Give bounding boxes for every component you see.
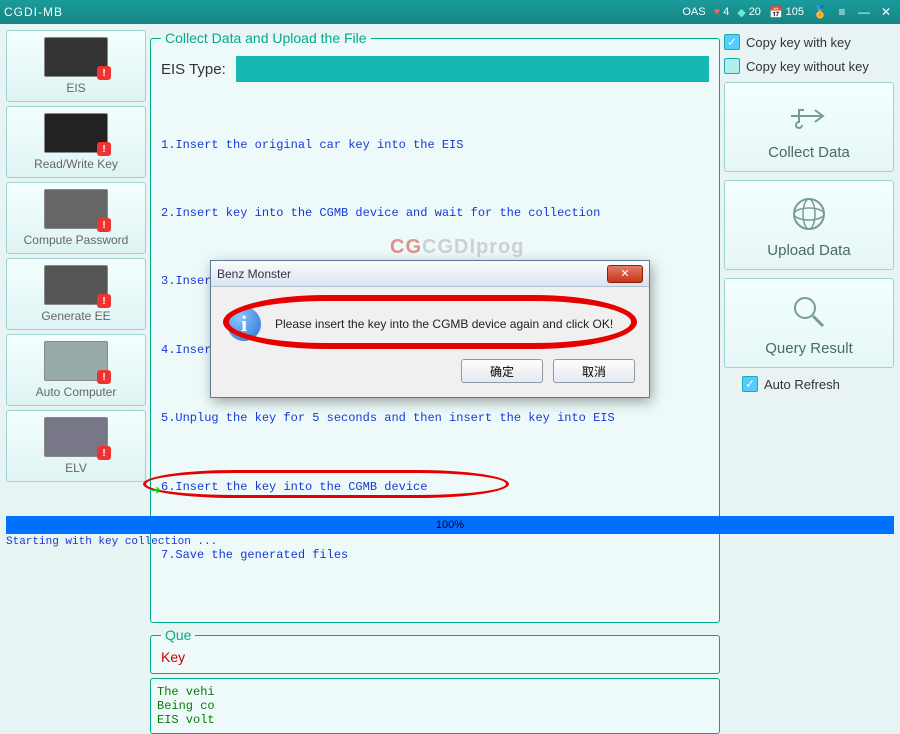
sidebar-item-eis[interactable]: ! EIS bbox=[6, 30, 146, 102]
button-label: Collect Data bbox=[768, 144, 850, 161]
calendar-value: 105 bbox=[786, 6, 804, 18]
diamonds-count: 20 bbox=[749, 6, 761, 18]
collect-data-button[interactable]: Collect Data bbox=[724, 82, 894, 172]
diamonds-stat: ◆ 20 bbox=[737, 6, 761, 19]
alert-badge: ! bbox=[97, 446, 111, 460]
eis-thumb: ! bbox=[44, 37, 108, 77]
right-panel: ✓ Copy key with key Copy key without key… bbox=[724, 30, 894, 510]
dialog-message: Please insert the key into the CGMB devi… bbox=[275, 317, 633, 331]
sidebar-label: EIS bbox=[66, 81, 85, 95]
sidebar-item-rw-key[interactable]: ! Read/Write Key bbox=[6, 106, 146, 178]
dialog-close-button[interactable]: ✕ bbox=[607, 265, 643, 283]
close-button[interactable]: ✕ bbox=[876, 3, 896, 21]
hearts-count: 4 bbox=[723, 6, 729, 18]
step-5: 5.Unplug the key for 5 seconds and then … bbox=[161, 407, 709, 430]
usb-icon bbox=[787, 94, 831, 138]
dialog-cancel-button[interactable]: 取消 bbox=[553, 359, 635, 383]
info-icon: i bbox=[227, 307, 261, 341]
checkbox-label: Copy key without key bbox=[746, 59, 869, 74]
step-1: 1.Insert the original car key into the E… bbox=[161, 134, 709, 157]
oas-label: OAS bbox=[682, 6, 705, 18]
copy-without-key-checkbox[interactable]: Copy key without key bbox=[724, 58, 894, 74]
hearts-stat: ♥ 4 bbox=[714, 6, 730, 18]
button-label: Upload Data bbox=[767, 242, 850, 259]
collect-legend: Collect Data and Upload the File bbox=[161, 30, 371, 46]
step-2: 2.Insert key into the CGMB device and wa… bbox=[161, 202, 709, 225]
eis-type-field[interactable] bbox=[236, 56, 709, 82]
dialog-title: Benz Monster bbox=[217, 267, 291, 281]
diamond-icon: ◆ bbox=[737, 6, 745, 19]
globe-icon bbox=[787, 192, 831, 236]
sidebar-item-compute-password[interactable]: ! Compute Password bbox=[6, 182, 146, 254]
progress-text: 100% bbox=[6, 516, 894, 534]
checkbox-label: Copy key with key bbox=[746, 35, 851, 50]
sidebar-label: ELV bbox=[65, 461, 87, 475]
dialog-ok-button[interactable]: 确定 bbox=[461, 359, 543, 383]
dialog-titlebar[interactable]: Benz Monster ✕ bbox=[211, 261, 649, 287]
eis-type-label: EIS Type: bbox=[161, 61, 226, 78]
checkbox-unchecked-icon bbox=[724, 58, 740, 74]
sidebar-label: Read/Write Key bbox=[34, 157, 118, 171]
query-legend: Que bbox=[161, 627, 195, 643]
printer-thumb: ! bbox=[44, 265, 108, 305]
alert-badge: ! bbox=[97, 66, 111, 80]
key-label: Key bbox=[161, 649, 709, 665]
elv-thumb: ! bbox=[44, 417, 108, 457]
auto-refresh-checkbox[interactable]: ✓ Auto Refresh bbox=[742, 376, 894, 392]
ecu-thumb: ! bbox=[44, 341, 108, 381]
sidebar: ! EIS ! Read/Write Key ! Compute Passwor… bbox=[6, 30, 146, 510]
console-output: The vehi Being co EIS volt bbox=[150, 678, 720, 734]
checkbox-label: Auto Refresh bbox=[764, 377, 840, 392]
step-6: ➔6.Insert the key into the CGMB device bbox=[161, 476, 709, 499]
menu-icon[interactable]: ≡ bbox=[832, 3, 852, 21]
checkbox-checked-icon: ✓ bbox=[742, 376, 758, 392]
key-thumb: ! bbox=[44, 113, 108, 153]
sidebar-item-elv[interactable]: ! ELV bbox=[6, 410, 146, 482]
sidebar-item-generate-ee[interactable]: ! Generate EE bbox=[6, 258, 146, 330]
sidebar-label: Compute Password bbox=[24, 233, 129, 247]
button-label: Query Result bbox=[765, 340, 853, 357]
keypad-thumb: ! bbox=[44, 189, 108, 229]
query-result-button[interactable]: Query Result bbox=[724, 278, 894, 368]
sidebar-label: Auto Computer bbox=[36, 385, 117, 399]
title-bar: CGDI-MB OAS ♥ 4 ◆ 20 📅 105 🏅 ≡ — ✕ bbox=[0, 0, 900, 24]
search-icon bbox=[787, 290, 831, 334]
alert-badge: ! bbox=[97, 218, 111, 232]
sidebar-item-auto-computer[interactable]: ! Auto Computer bbox=[6, 334, 146, 406]
minimize-button[interactable]: — bbox=[854, 3, 874, 21]
sidebar-label: Generate EE bbox=[41, 309, 110, 323]
upload-data-button[interactable]: Upload Data bbox=[724, 180, 894, 270]
footer: 100% Starting with key collection ... bbox=[0, 516, 900, 550]
heart-icon: ♥ bbox=[714, 6, 721, 18]
calendar-icon: 📅 bbox=[769, 6, 783, 19]
copy-with-key-checkbox[interactable]: ✓ Copy key with key bbox=[724, 34, 894, 50]
progress-bar: 100% bbox=[6, 516, 894, 534]
medal-icon[interactable]: 🏅 bbox=[810, 3, 830, 21]
alert-badge: ! bbox=[97, 370, 111, 384]
app-title: CGDI-MB bbox=[4, 5, 63, 19]
arrow-icon: ➔ bbox=[151, 480, 161, 503]
alert-badge: ! bbox=[97, 294, 111, 308]
query-fieldset: Que Key bbox=[150, 627, 720, 674]
status-text: Starting with key collection ... bbox=[0, 534, 900, 550]
calendar-stat[interactable]: 📅 105 bbox=[769, 6, 804, 19]
checkbox-checked-icon: ✓ bbox=[724, 34, 740, 50]
alert-badge: ! bbox=[97, 142, 111, 156]
benz-monster-dialog: Benz Monster ✕ i Please insert the key i… bbox=[210, 260, 650, 398]
